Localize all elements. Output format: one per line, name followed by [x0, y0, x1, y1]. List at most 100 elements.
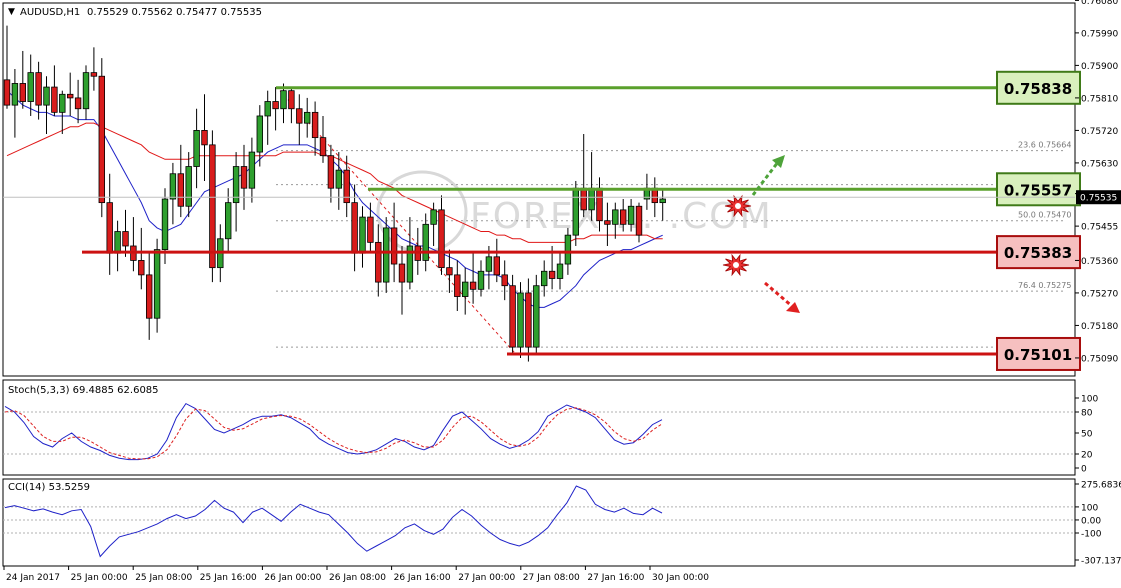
burst-center: [735, 203, 741, 209]
price-tick-label: 0.75270: [1081, 289, 1118, 299]
candle-body: [145, 274, 153, 319]
candle-body: [343, 169, 350, 204]
candle-body: [51, 86, 58, 113]
time-label: 26 Jan 00:00: [264, 573, 321, 583]
candle-body: [248, 151, 256, 189]
candle-body: [517, 292, 524, 348]
candle-body: [177, 173, 184, 207]
candle-body: [659, 198, 666, 204]
candle-body: [335, 169, 342, 189]
candle-body: [43, 86, 50, 106]
stoch-tick-label: 0: [1081, 465, 1087, 475]
candle-body: [224, 202, 232, 240]
candle-body: [296, 108, 303, 124]
candle: [517, 282, 524, 358]
cci-tick-label: -100: [1081, 529, 1102, 539]
candle: [98, 58, 105, 218]
candle-body: [256, 115, 263, 153]
time-label: 26 Jan 08:00: [329, 573, 386, 583]
candle-body: [548, 270, 556, 279]
candle: [209, 130, 216, 283]
candle-body: [327, 155, 335, 189]
candle-body: [588, 187, 595, 211]
candle-body: [185, 166, 192, 207]
candle-body: [311, 111, 319, 139]
price-tick-label: 0.75990: [1081, 29, 1118, 39]
candle-body: [59, 93, 66, 113]
price-tick-label: 0.75090: [1081, 354, 1118, 364]
price-tick-label: 0.76080: [1081, 0, 1118, 7]
candle-body: [556, 263, 564, 279]
candle-body: [382, 227, 390, 283]
candle: [382, 217, 390, 293]
candle-body: [74, 97, 82, 110]
level-label: 0.75557: [1004, 181, 1072, 199]
price-tick-label: 0.75720: [1081, 127, 1118, 137]
price-tick-label: 0.75810: [1081, 94, 1118, 104]
candle-body: [509, 285, 516, 348]
candle-body: [612, 209, 619, 225]
chart-window: FOREX ... .COM 23.6 0.75664 50.0 0.75470 7…: [0, 0, 1121, 588]
candle-body: [446, 267, 453, 276]
candle-body: [375, 241, 382, 283]
candle-body: [493, 256, 500, 276]
fib-label: 50.0 0.75470: [1018, 211, 1071, 220]
candle-body: [3, 79, 11, 106]
candle-body: [430, 209, 437, 225]
level-label: 0.75838: [1004, 80, 1072, 98]
candle-body: [209, 144, 216, 269]
candle-body: [438, 209, 445, 269]
candle-body: [264, 101, 271, 117]
candle-body: [398, 263, 406, 283]
candle-body: [67, 93, 74, 99]
chart-svg: FOREX ... .COM 23.6 0.7566450.0 0.754707…: [2, 0, 1121, 583]
candle: [533, 274, 540, 355]
candle-body: [169, 173, 177, 200]
header-arrow-icon[interactable]: ▼: [8, 7, 15, 17]
price-tick-label: 0.75630: [1081, 159, 1118, 169]
candle-body: [272, 101, 279, 110]
price-tick-label: 0.75455: [1081, 223, 1118, 233]
candle-body: [11, 83, 19, 106]
candle-body: [596, 187, 603, 222]
candle-body: [27, 72, 34, 102]
time-label: 25 Jan 16:00: [200, 573, 257, 583]
candle-body: [620, 209, 627, 225]
candle-body: [627, 205, 635, 225]
fib-label: 23.6 0.75664: [1018, 141, 1071, 150]
candle-body: [19, 83, 26, 102]
candle-body: [604, 220, 611, 225]
ohlc-values: 0.75529 0.75562 0.75477 0.75535: [87, 7, 262, 18]
symbol-timeframe: AUDUSD,H1: [20, 7, 80, 18]
candle-body: [35, 72, 42, 106]
time-label: 27 Jan 08:00: [523, 573, 580, 583]
cci-tick-label: -307.1376: [1081, 557, 1121, 567]
current-price-label: 0.75535: [1080, 194, 1117, 204]
candle-body: [240, 166, 248, 189]
candle-body: [541, 270, 548, 287]
candle-body: [635, 205, 643, 236]
candle-body: [422, 223, 429, 261]
candle-body: [580, 187, 587, 211]
candle-body: [106, 202, 113, 254]
cci-panel: [2, 478, 1076, 567]
level-label: 0.75383: [1004, 244, 1072, 262]
time-label: 30 Jan 00:00: [652, 573, 709, 583]
burst-center: [733, 262, 739, 268]
candle-body: [390, 227, 398, 265]
stoch-tick-label: 100: [1081, 395, 1098, 405]
candle-body: [359, 216, 366, 254]
time-label: 25 Jan 00:00: [71, 573, 128, 583]
candle-body: [319, 137, 327, 157]
candle-body: [280, 90, 287, 110]
candle-body: [90, 72, 98, 77]
candle-body: [367, 216, 374, 243]
time-label: 24 Jan 2017: [6, 573, 60, 583]
level-label: 0.75101: [1004, 346, 1072, 364]
candle-body: [122, 231, 129, 247]
candle-body: [288, 90, 295, 110]
time-label: 27 Jan 00:00: [458, 573, 515, 583]
time-axis: 24 Jan 2017 25 Jan 00:00 25 Jan 08:00 25 Ja…: [3, 566, 709, 583]
cci-axis: 275.6836 100 0.00 -100 -307.1376: [1075, 481, 1121, 567]
candle-body: [572, 187, 579, 236]
